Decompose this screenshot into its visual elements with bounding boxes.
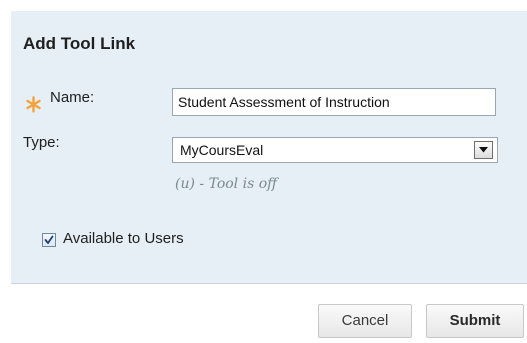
cancel-button[interactable]: Cancel bbox=[318, 304, 412, 338]
type-select[interactable]: MyCoursEval bbox=[172, 137, 498, 163]
name-input[interactable] bbox=[172, 88, 496, 116]
type-selected-value: MyCoursEval bbox=[180, 142, 264, 158]
available-to-users-checkbox[interactable] bbox=[42, 233, 56, 247]
name-label: Name: bbox=[50, 89, 95, 106]
type-label: Type: bbox=[23, 134, 60, 151]
dialog-title: Add Tool Link bbox=[23, 34, 136, 53]
dropdown-button[interactable] bbox=[474, 141, 493, 159]
submit-button[interactable]: Submit bbox=[426, 304, 524, 338]
type-hint: (u) - Tool is off bbox=[175, 176, 278, 192]
checkmark-icon bbox=[44, 235, 54, 244]
available-to-users-label: Available to Users bbox=[63, 230, 184, 247]
chevron-down-icon bbox=[479, 147, 488, 153]
required-asterisk-icon bbox=[25, 96, 42, 113]
add-tool-link-dialog: Add Tool Link Name: Type: MyCoursEval (u… bbox=[0, 0, 527, 343]
